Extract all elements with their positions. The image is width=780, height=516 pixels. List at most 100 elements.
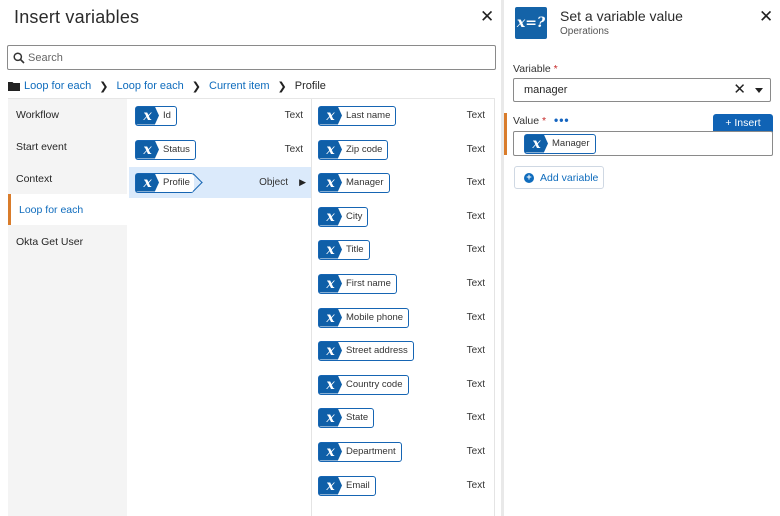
variable-type: Text [466,412,485,423]
variable-pill: x Department [318,441,402,462]
variable-select[interactable]: manager ✕ [513,78,771,102]
search-icon [13,51,25,64]
variable-pill: x Manager [318,172,390,193]
variable-pill: x Mobile phone [318,307,410,328]
variable-type: Text [466,480,485,491]
variable-icon: x [136,173,159,192]
breadcrumb-profile: Profile [294,80,326,92]
more-options-icon[interactable]: ••• [554,113,570,127]
breadcrumb-loop-for-each-1[interactable]: Loop for each [24,80,91,92]
value-variable-pill[interactable]: x Manager [524,133,596,154]
variable-type: Text [466,211,485,222]
variable-icon: x [319,240,342,259]
variable-row-city[interactable]: x City Text [314,201,494,232]
variable-row-zip-code[interactable]: x Zip code Text [314,134,494,165]
variable-row-id[interactable]: x Id Text [129,100,311,131]
variable-icon: x [319,106,342,125]
category-workflow[interactable]: Workflow [8,99,127,130]
variable-icon: x [319,207,342,226]
chevron-down-icon[interactable] [755,88,763,93]
variable-field-label: Variable * [513,63,558,75]
breadcrumb: Loop for each ❯ Loop for each ❯ Current … [8,78,326,94]
variable-icon: x [319,442,342,461]
variable-type: Text [466,244,485,255]
variable-pill: x Title [318,239,370,260]
variable-pill: x Id [135,105,177,126]
variable-pill: x State [318,407,375,428]
variable-browser: Workflow Start event Context Loop for ea… [8,98,495,516]
variable-type: Text [466,144,485,155]
variable-type: Text [284,110,303,121]
variable-pill: x Status [135,139,196,160]
variable-type: Text [466,345,485,356]
variable-icon: x [319,341,342,360]
variable-row-status[interactable]: x Status Text [129,134,311,165]
variable-icon: x [319,173,342,192]
clear-icon[interactable]: ✕ [733,81,746,99]
variable-icon: x [136,140,159,159]
variable-type: Text [284,144,303,155]
value-field[interactable]: x Manager [513,131,773,156]
category-start-event[interactable]: Start event [8,131,127,162]
variable-pill: x City [318,206,369,227]
variable-icon: x [525,134,548,153]
search-input[interactable] [28,51,468,64]
variable-icon: x [136,106,159,125]
variable-type: Text [466,110,485,121]
panel-subtitle: Operations [560,26,609,37]
variable-row-last-name[interactable]: x Last name Text [314,100,494,131]
current-item-fields: x Id Text x Status Text x Profile Object ▶ [129,99,312,516]
close-insert-panel-icon[interactable]: ✕ [480,8,494,25]
variable-pill: x Email [318,475,376,496]
variable-type: Text [466,312,485,323]
close-panel-icon[interactable]: ✕ [759,8,773,25]
variable-row-manager[interactable]: x Manager Text [314,167,494,198]
expand-arrow-icon: ▶ [299,177,306,187]
variable-row-first-name[interactable]: x First name Text [314,268,494,299]
variable-row-street-address[interactable]: x Street address Text [314,335,494,366]
variable-type: Text [466,278,485,289]
variable-pill-object: x Profile [135,172,194,193]
value-field-accent [504,113,507,155]
folder-icon [8,82,20,91]
search-field[interactable] [7,45,496,70]
add-variable-button[interactable]: + Add variable [514,166,604,189]
breadcrumb-loop-for-each-2[interactable]: Loop for each [117,80,184,92]
breadcrumb-current-item[interactable]: Current item [209,80,270,92]
variable-icon: x [319,476,342,495]
profile-fields: x Last name Text x Zip code Text x Manager … [314,99,495,516]
variable-type: Text [466,379,485,390]
panel-title: Set a variable value [560,8,683,24]
variable-pill: x First name [318,273,397,294]
variable-row-title[interactable]: x Title Text [314,234,494,265]
variable-icon: x [319,375,342,394]
add-variable-label: Add variable [540,171,599,184]
variable-icon: x [319,408,342,427]
insert-button[interactable]: + Insert [713,114,773,132]
insert-variables-panel: Insert variables ✕ Loop for each ❯ Loop … [0,0,502,516]
insert-variables-title: Insert variables [14,7,140,27]
variable-pill: x Last name [318,105,397,126]
value-field-label: Value * [513,115,547,127]
category-okta-get-user[interactable]: Okta Get User [8,226,127,257]
variable-row-email[interactable]: x Email Text [314,470,494,501]
plus-circle-icon: + [524,172,534,183]
variable-row-mobile-phone[interactable]: x Mobile phone Text [314,302,494,333]
category-context[interactable]: Context [8,163,127,194]
variable-type: Object [259,177,288,188]
variable-row-country-code[interactable]: x Country code Text [314,369,494,400]
category-list: Workflow Start event Context Loop for ea… [8,99,127,516]
variable-icon: x [319,140,342,159]
chevron-right-icon: ❯ [191,80,201,93]
variable-row-state[interactable]: x State Text [314,402,494,433]
variable-row-profile[interactable]: x Profile Object ▶ [129,167,311,198]
category-loop-for-each[interactable]: Loop for each [8,194,127,225]
variable-icon: x [319,274,342,293]
variable-icon: x [319,308,342,327]
set-variable-panel: x=? Set a variable value Operations ✕ Va… [504,0,780,516]
variable-row-department[interactable]: x Department Text [314,436,494,467]
set-variable-icon: x=? [515,7,547,39]
chevron-right-icon: ❯ [99,80,109,93]
variable-pill: x Zip code [318,139,389,160]
variable-pill: x Country code [318,374,409,395]
